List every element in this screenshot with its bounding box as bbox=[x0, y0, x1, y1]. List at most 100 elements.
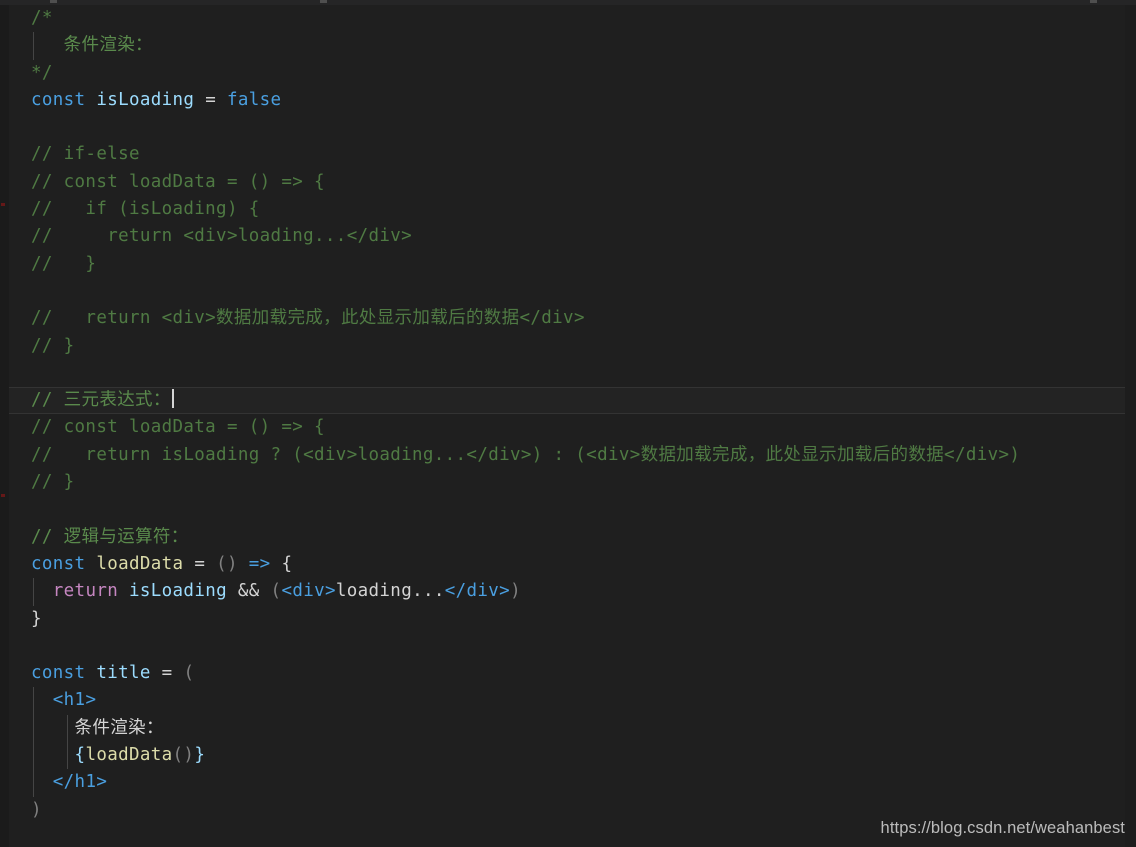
overview-ruler-mark bbox=[1, 203, 5, 206]
code-token-fn: loadData bbox=[85, 745, 173, 766]
code-token-tag: </h1> bbox=[52, 772, 108, 793]
code-line[interactable]: // const loadData = () => { bbox=[9, 414, 1125, 441]
code-line[interactable]: } bbox=[9, 606, 1125, 633]
overview-ruler-mark bbox=[1, 494, 5, 497]
code-line[interactable]: */ bbox=[9, 60, 1125, 87]
tab-strip-tick bbox=[1090, 0, 1097, 3]
code-token-bracket: ( bbox=[183, 663, 195, 684]
code-line[interactable]: // return isLoading ? (<div>loading...</… bbox=[9, 442, 1125, 469]
code-token-comment: */ bbox=[31, 62, 53, 83]
indent-guide bbox=[67, 714, 68, 743]
code-token-var: isLoading bbox=[129, 581, 227, 602]
code-token-kw: const bbox=[31, 663, 86, 684]
code-line[interactable]: // 三元表达式： bbox=[9, 387, 1125, 415]
code-token-tag: <div> bbox=[281, 581, 336, 602]
code-token-fn: loadData bbox=[96, 553, 184, 574]
code-token-comment-cn: 条件渲染： bbox=[31, 35, 153, 56]
indent-guide bbox=[33, 32, 34, 60]
code-line[interactable]: /* bbox=[9, 5, 1125, 32]
code-line[interactable] bbox=[9, 114, 1125, 141]
code-token-comment: // } bbox=[31, 472, 75, 493]
code-token-comment: // return <div>数据加载完成，此处显示加载后的数据</div> bbox=[31, 308, 585, 329]
code-token-bracket: () bbox=[216, 553, 238, 574]
code-token-bracket: () bbox=[172, 745, 195, 766]
code-token-bracket: ( bbox=[270, 581, 282, 602]
code-editor-surface[interactable]: /* 条件渲染： */ const isLoading = false // if-… bbox=[9, 5, 1125, 847]
code-token-op: } bbox=[31, 608, 42, 629]
code-token-comment-cn: // 逻辑与运算符： bbox=[31, 526, 189, 547]
indent-guide bbox=[33, 687, 34, 715]
code-line[interactable] bbox=[9, 633, 1125, 660]
code-token-comment: // const loadData = () => { bbox=[31, 417, 325, 438]
indent-guide bbox=[33, 742, 34, 770]
overview-ruler[interactable] bbox=[0, 5, 9, 847]
code-token-comment: // } bbox=[31, 253, 97, 274]
code-line[interactable]: // } bbox=[9, 251, 1125, 278]
code-token-bracket: ) bbox=[31, 799, 42, 820]
code-token-var: isLoading bbox=[96, 89, 195, 110]
tab-strip-tick bbox=[50, 0, 57, 3]
indent-guide bbox=[33, 769, 34, 797]
code-line[interactable]: const isLoading = false bbox=[9, 87, 1125, 114]
code-token-comment: // return <div>loading...</div> bbox=[31, 226, 413, 247]
code-line[interactable]: <h1> bbox=[9, 687, 1125, 715]
code-token-tag: </div> bbox=[444, 581, 511, 602]
code-line[interactable] bbox=[9, 496, 1125, 523]
code-line[interactable] bbox=[9, 278, 1125, 305]
code-line[interactable]: // if-else bbox=[9, 141, 1125, 168]
code-line[interactable]: // 逻辑与运算符： bbox=[9, 524, 1125, 551]
code-token-text: loading... bbox=[335, 581, 445, 602]
code-token-kw: => bbox=[248, 553, 271, 574]
code-token-comment: // if-else bbox=[31, 144, 140, 165]
code-line[interactable]: // } bbox=[9, 333, 1125, 360]
editor-window: /* 条件渲染： */ const isLoading = false // if-… bbox=[0, 0, 1136, 847]
code-line[interactable]: 条件渲染： bbox=[9, 32, 1125, 60]
indent-guide bbox=[33, 714, 34, 743]
code-token-op: = bbox=[194, 553, 206, 574]
blog-url-watermark: https://blog.csdn.net/weahanbest bbox=[880, 819, 1125, 837]
code-line[interactable]: {loadData()} bbox=[9, 742, 1125, 770]
code-line[interactable]: // const loadData = () => { bbox=[9, 169, 1125, 196]
code-line[interactable]: // return <div>loading...</div> bbox=[9, 223, 1125, 250]
code-line[interactable]: return isLoading && (<div>loading...</di… bbox=[9, 578, 1125, 606]
code-token-comment: // if (isLoading) { bbox=[31, 199, 260, 220]
code-token-op: = bbox=[161, 663, 173, 684]
code-token-var: title bbox=[96, 663, 151, 684]
code-line[interactable]: // if (isLoading) { bbox=[9, 196, 1125, 223]
code-token-op: = bbox=[205, 89, 217, 110]
code-line[interactable]: const title = ( bbox=[9, 660, 1125, 687]
code-line[interactable]: </h1> bbox=[9, 769, 1125, 797]
code-line[interactable]: // } bbox=[9, 469, 1125, 496]
code-token-comment: // } bbox=[31, 335, 75, 356]
code-token-bool: false bbox=[226, 89, 282, 110]
indent-guide bbox=[67, 742, 68, 770]
code-line[interactable]: const loadData = () => { bbox=[9, 551, 1125, 578]
code-token-ret: return bbox=[52, 581, 119, 602]
code-token-comment: // return isLoading ? (<div>loading...</… bbox=[31, 444, 1021, 465]
code-token-comment: /* bbox=[31, 8, 53, 28]
code-line[interactable]: 条件渲染： bbox=[9, 714, 1125, 743]
code-token-comment: // const loadData = () => { bbox=[31, 171, 325, 192]
code-token-comment-cn: // 三元表达式： bbox=[31, 390, 171, 411]
tab-strip-tick bbox=[320, 0, 327, 3]
code-token-brace-y: } bbox=[194, 745, 206, 766]
code-line[interactable]: // return <div>数据加载完成，此处显示加载后的数据</div> bbox=[9, 305, 1125, 332]
indent-guide bbox=[33, 578, 34, 606]
code-token-tag: <h1> bbox=[52, 690, 97, 711]
code-token-brace-y: { bbox=[74, 745, 86, 766]
editor-right-edge bbox=[1125, 5, 1136, 847]
code-token-op: { bbox=[281, 553, 293, 574]
code-line[interactable] bbox=[9, 360, 1125, 387]
